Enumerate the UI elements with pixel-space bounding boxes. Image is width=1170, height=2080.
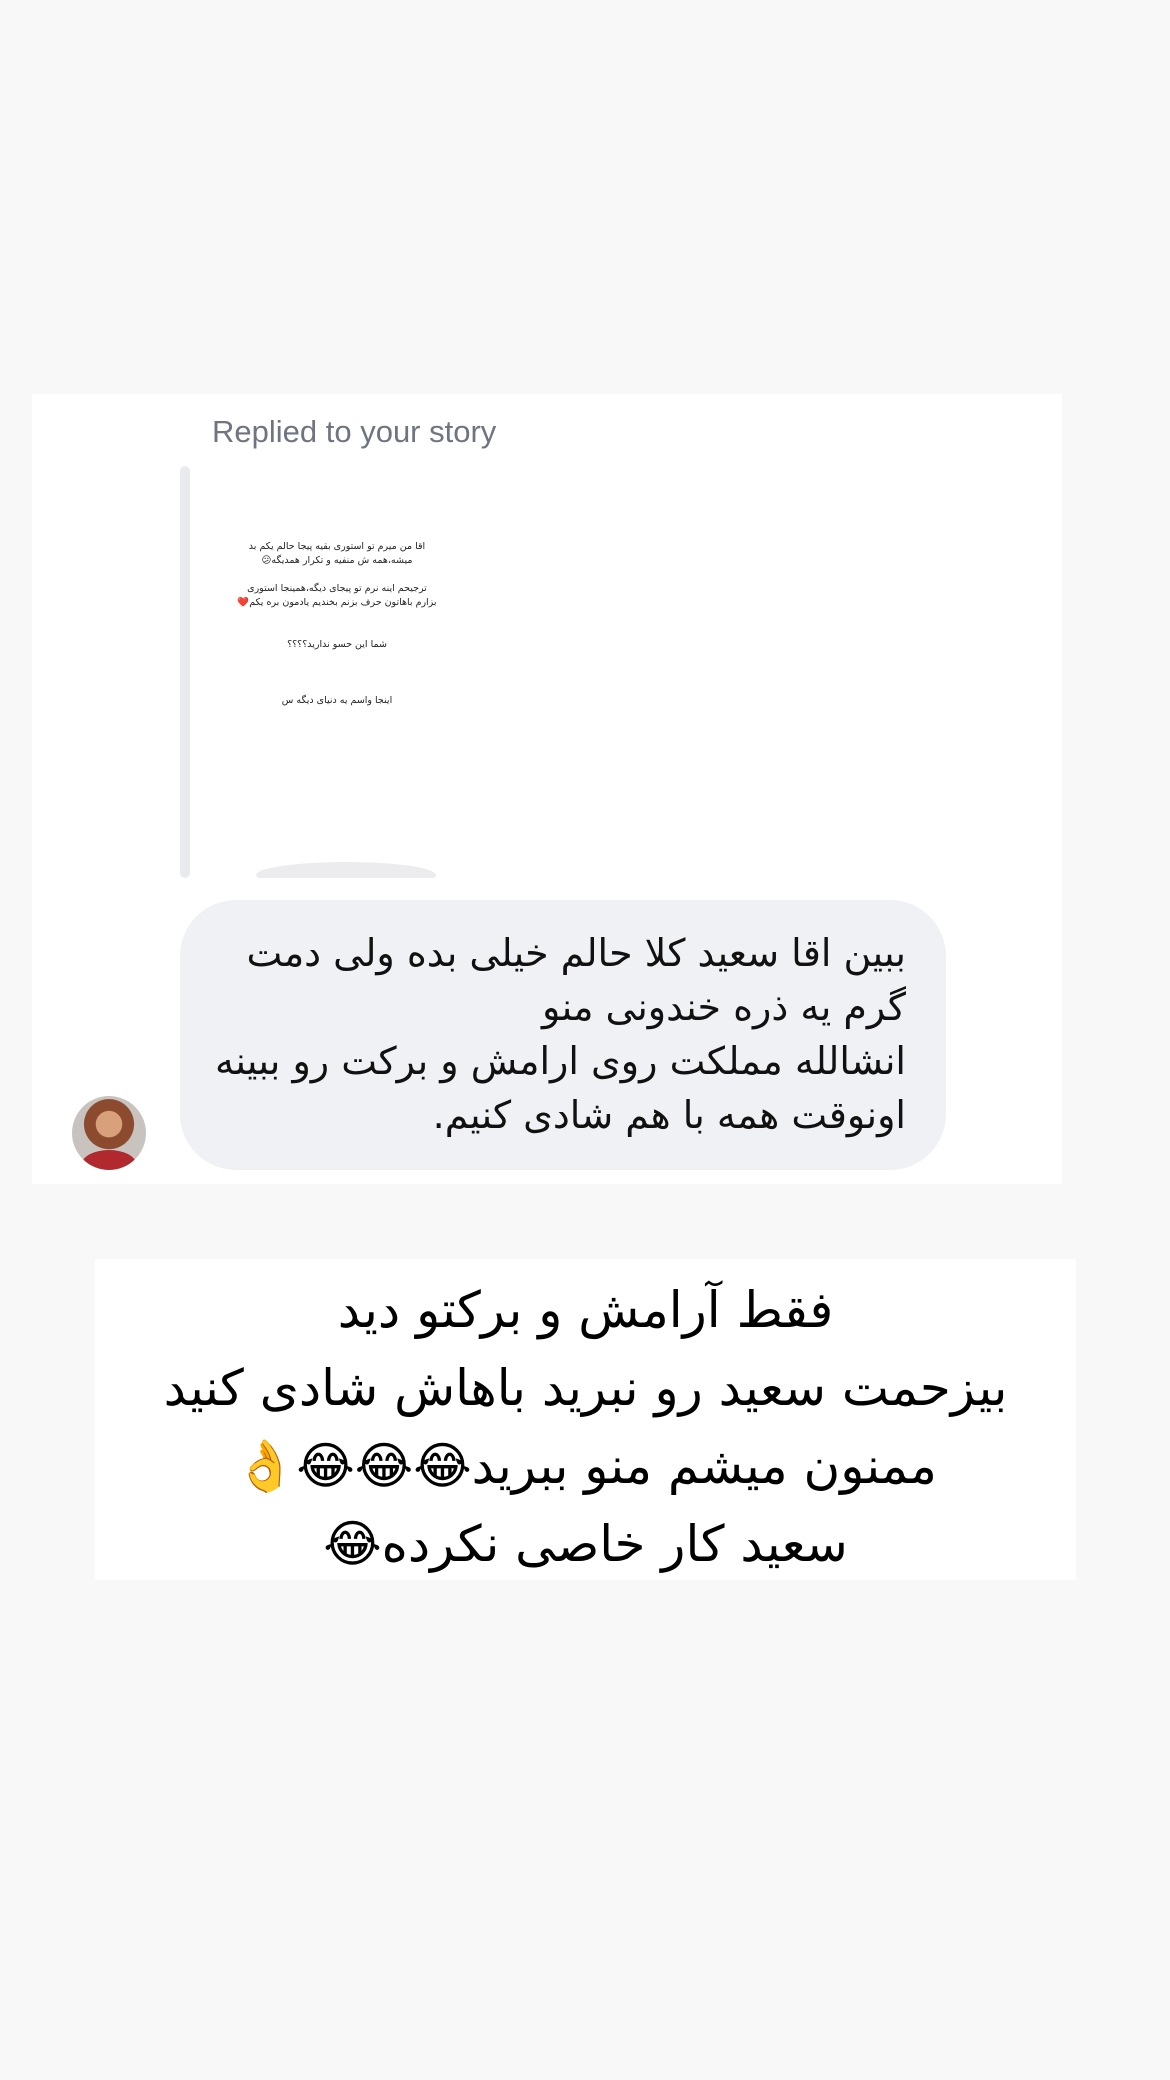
replied-to-story-label: Replied to your story [212,414,497,449]
dm-message-card: Replied to your story اقا من میرم تو است… [32,394,1062,1184]
story-preview-shadow [256,862,436,878]
story-reply-indicator-bar [180,466,190,878]
caption-text-box: فقط آرامش و برکتو دید بیزحمت سعید رو نبر… [95,1259,1076,1580]
story-preview-line: شما این حسو ندارید؟؟؟؟ [287,639,387,650]
story-preview-thumbnail[interactable]: اقا من میرم تو استوری بقیه پیجا حالم یکم… [206,466,468,878]
caption-line: بیزحمت سعید رو نبرید باهاش شادی کنید [163,1359,1008,1417]
sender-avatar[interactable] [72,1096,146,1170]
message-text-line: انشالله مملکت روی ارامش و برکت رو ببینه [215,1039,906,1083]
message-bubble[interactable]: ببین اقا سعید کلا حالم خیلی بده ولی دمت … [180,900,946,1170]
story-preview-line: بزارم باهاتون حرف بزنم بخندیم یادمون بره… [237,597,437,608]
avatar-figure [82,1150,136,1170]
caption-line: ممنون میشم منو ببرید😂😂😂👌 [234,1437,937,1495]
caption-line: فقط آرامش و برکتو دید [337,1281,834,1339]
message-text-line: گرم یه ذره خندونی منو [542,985,906,1029]
caption-line: سعید کار خاصی نکرده😂 [323,1515,848,1573]
message-text-line: ببین اقا سعید کلا حالم خیلی بده ولی دمت [246,931,907,975]
story-preview-line: اینجا واسم یه دنیای دیگه س [281,695,393,706]
story-preview-line: میشه،همه ش منفیه و تکرار همدیگه😕 [261,555,413,566]
story-preview-line: اقا من میرم تو استوری بقیه پیجا حالم یکم… [248,541,426,552]
story-preview-line: ترجیحم اینه نرم تو پیجای دیگه،همینجا است… [247,583,427,594]
message-text-line: اونوقت همه با هم شادی کنیم. [432,1093,906,1137]
